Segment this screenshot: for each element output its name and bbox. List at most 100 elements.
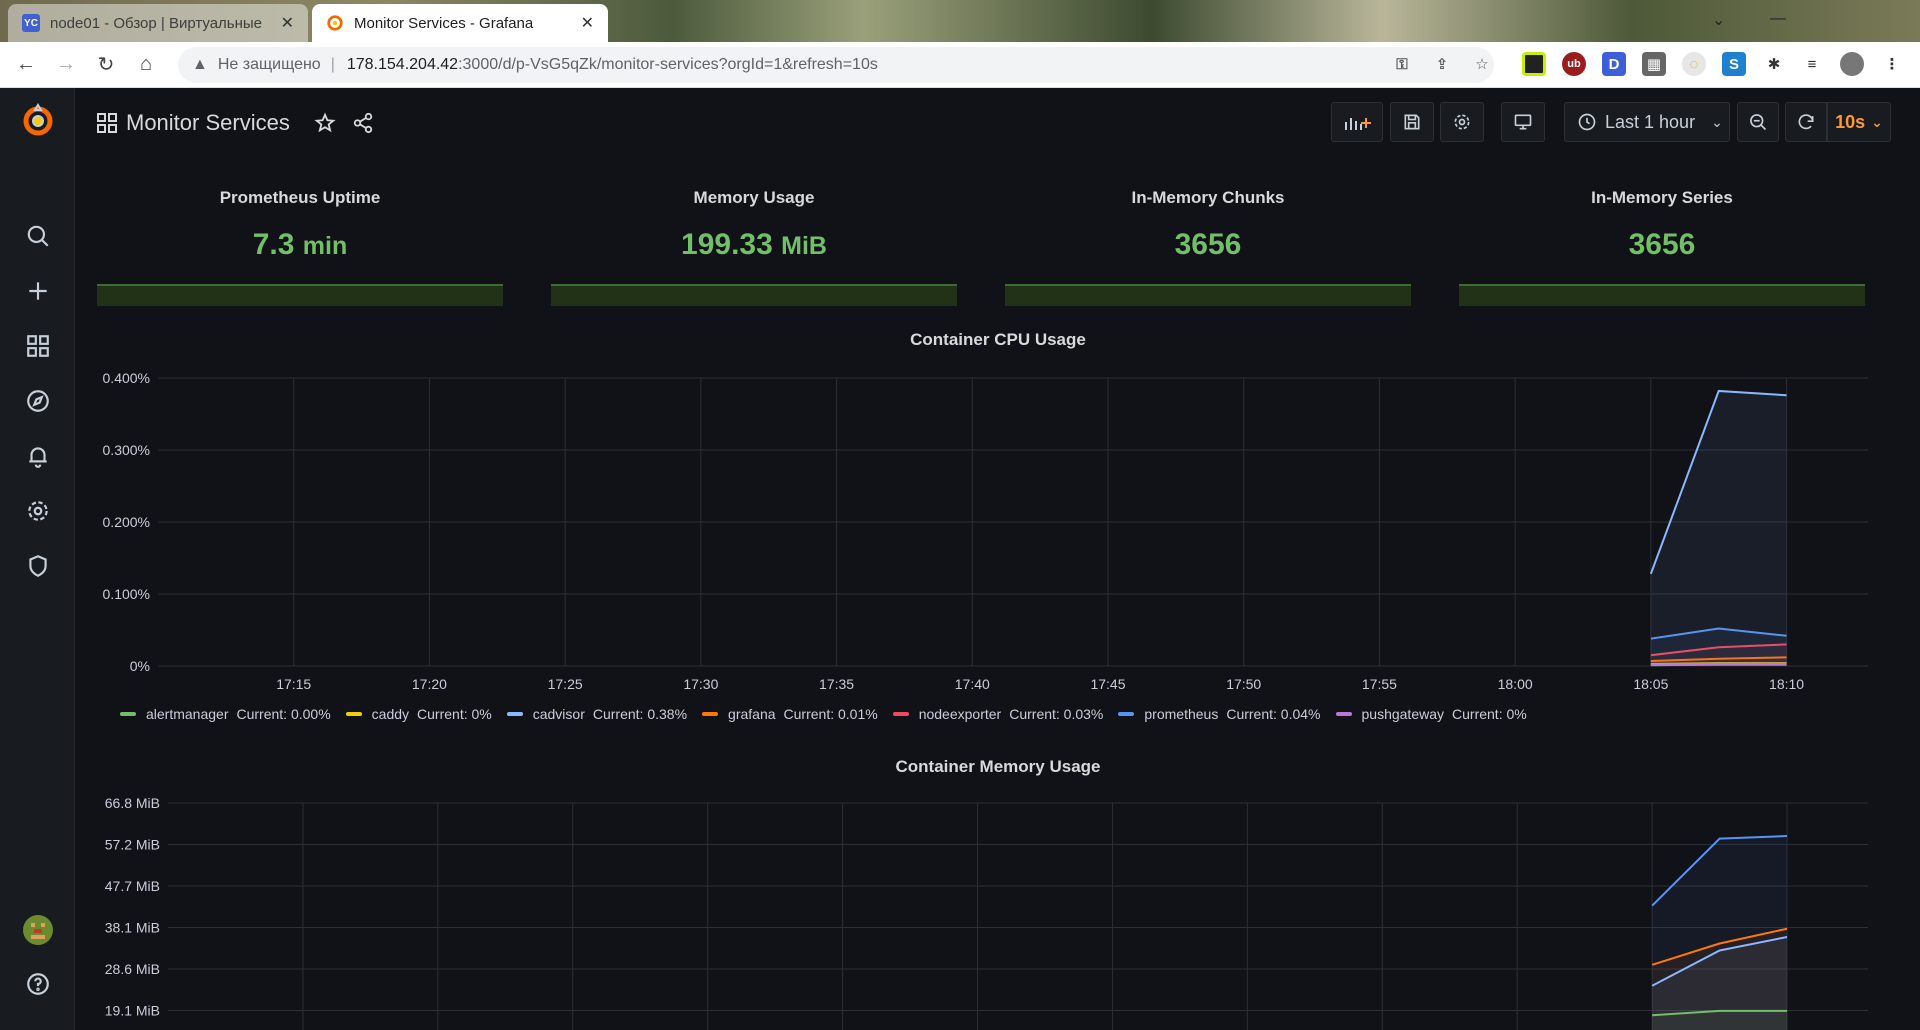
reading-list-icon[interactable]: ≡ <box>1800 52 1824 76</box>
browser-tabstrip: YC node01 - Обзор | Виртуальные ✕ Monito… <box>0 0 1920 42</box>
legend-swatch <box>892 712 909 716</box>
legend-item-pushgateway[interactable]: pushgateway Current: 0% <box>1335 706 1527 722</box>
y-tick-label: 0.300% <box>103 442 150 458</box>
refresh-interval-picker[interactable]: 10s ⌄ <box>1827 102 1891 142</box>
series-line-pushgateway <box>1650 662 1787 666</box>
grafana-sidebar <box>0 88 75 1030</box>
legend-item-nodeexporter[interactable]: nodeexporter Current: 0.03% <box>892 706 1103 722</box>
help-icon[interactable] <box>22 968 54 1000</box>
close-tab-icon[interactable]: ✕ <box>281 13 294 33</box>
legend-label: caddy <box>371 706 410 722</box>
sparkline <box>97 284 503 306</box>
star-icon[interactable] <box>312 110 338 136</box>
key-icon[interactable]: ⚿ <box>1390 52 1414 76</box>
refresh-button[interactable] <box>1785 102 1827 142</box>
stat-value: 7.3 min <box>252 228 348 261</box>
legend-current: Current: 0.38% <box>592 706 688 722</box>
clock-icon <box>1578 113 1596 131</box>
shield-icon[interactable] <box>22 550 54 582</box>
legend-item-cadvisor[interactable]: cadvisor Current: 0.38% <box>506 706 688 722</box>
y-tick-label: 0.200% <box>103 514 150 530</box>
stat-panel-memory-usage[interactable]: Memory Usage 199.33 MiB <box>551 168 957 308</box>
tab-search-chevron-icon[interactable]: ⌄ <box>1712 10 1725 30</box>
memory-usage-graph[interactable]: 66.8 MiB 57.2 MiB 47.7 MiB 38.1 MiB 28.6 MiB… <box>76 788 1896 1030</box>
browser-tab-node01[interactable]: YC node01 - Обзор | Виртуальные ✕ <box>8 4 308 42</box>
home-icon[interactable]: ⌂ <box>126 45 166 85</box>
legend-current: Current: 0.00% <box>236 706 331 722</box>
avatar[interactable] <box>22 914 54 946</box>
extensions-puzzle-icon[interactable]: ✱ <box>1762 52 1786 76</box>
stat-panel-in-memory-series[interactable]: In-Memory Series 3656 <box>1459 168 1865 308</box>
back-arrow-icon[interactable]: ← <box>6 45 46 85</box>
legend-item-alertmanager[interactable]: alertmanager Current: 0.00% <box>120 706 331 722</box>
y-tick-label: 19.1 MiB <box>105 1003 160 1019</box>
search-icon[interactable] <box>22 220 54 252</box>
extension-badge-icon[interactable]: ◌ <box>1682 52 1706 76</box>
legend-item-caddy[interactable]: caddy Current: 0% <box>345 706 492 722</box>
time-range-label: Last 1 hour <box>1605 111 1696 132</box>
configuration-gear-icon[interactable] <box>22 495 54 527</box>
browser-menu-icon[interactable]: ⋮ <box>1880 52 1904 76</box>
legend-current: Current: 0% <box>417 706 492 722</box>
stat-value: 3656 <box>1174 228 1242 261</box>
y-tick-label: 47.7 MiB <box>105 878 160 894</box>
panel-title: Memory Usage <box>693 188 815 207</box>
y-tick-label: 28.6 MiB <box>105 961 160 977</box>
legend-label: nodeexporter <box>918 706 1002 722</box>
stat-panel-in-memory-chunks[interactable]: In-Memory Chunks 3656 <box>1005 168 1411 308</box>
legend-label: prometheus <box>1144 706 1219 722</box>
panel-title: In-Memory Series <box>1591 188 1733 207</box>
y-tick-label: 0% <box>130 658 150 674</box>
browser-tab-grafana[interactable]: Monitor Services - Grafana ✕ <box>312 4 608 42</box>
explore-icon[interactable] <box>22 385 54 417</box>
share-icon[interactable] <box>350 110 376 136</box>
alerting-bell-icon[interactable] <box>22 440 54 472</box>
stat-panel-prometheus-uptime[interactable]: Prometheus Uptime 7.3 min <box>97 168 503 308</box>
reload-icon[interactable]: ↻ <box>86 45 126 85</box>
x-tick-label: 17:15 <box>276 676 311 692</box>
legend-item-grafana[interactable]: grafana Current: 0.01% <box>702 706 878 722</box>
cpu-usage-graph[interactable]: 0% 0.100% 0.200% 0.300% 0.400% 17:15 17:20 17:2… <box>76 360 1896 720</box>
save-dashboard-button[interactable] <box>1390 102 1434 142</box>
sparkline <box>1459 284 1865 306</box>
bookmark-star-icon[interactable]: ☆ <box>1470 52 1494 76</box>
legend-label: alertmanager <box>146 706 229 722</box>
chevron-down-icon: ⌄ <box>1871 113 1883 130</box>
legend-label: pushgateway <box>1361 706 1445 722</box>
legend-swatch <box>702 712 719 716</box>
legend-swatch <box>1335 712 1352 716</box>
grafana-favicon-icon <box>326 14 344 32</box>
yc-favicon-icon: YC <box>22 14 40 32</box>
extension-square-icon[interactable] <box>1522 52 1546 76</box>
series-area-cadvisor <box>1650 390 1787 666</box>
extension-grid-icon[interactable]: ▦ <box>1642 52 1666 76</box>
memory-panel-title[interactable]: Container Memory Usage <box>76 757 1920 777</box>
extension-s-icon[interactable]: S <box>1722 52 1746 76</box>
legend-current: Current: 0% <box>1452 706 1527 722</box>
extension-d-icon[interactable]: D <box>1602 52 1626 76</box>
grafana-logo-icon[interactable] <box>20 102 56 138</box>
cpu-panel-title[interactable]: Container CPU Usage <box>76 330 1920 350</box>
address-bar[interactable]: ▲ Не защищено | 178.154.204.42:3000/d/p-… <box>178 47 1494 83</box>
panel-title: Prometheus Uptime <box>219 188 381 207</box>
x-tick-label: 17:50 <box>1226 676 1261 692</box>
legend-item-prometheus[interactable]: prometheus Current: 0.04% <box>1118 706 1321 722</box>
dashboards-icon[interactable] <box>22 330 54 362</box>
profile-avatar-icon[interactable] <box>1840 52 1864 76</box>
time-range-picker[interactable]: Last 1 hour ⌄ <box>1564 102 1730 142</box>
close-tab-icon[interactable]: ✕ <box>581 13 594 33</box>
share-icon[interactable]: ⇪ <box>1430 52 1454 76</box>
dashboard-settings-button[interactable] <box>1440 102 1484 142</box>
minimize-icon[interactable]: — <box>1770 10 1786 28</box>
add-panel-button[interactable] <box>1331 102 1383 142</box>
ublock-icon[interactable]: ub <box>1562 52 1586 76</box>
y-tick-label: 57.2 MiB <box>105 837 160 853</box>
zoom-out-button[interactable] <box>1737 102 1779 142</box>
plus-icon[interactable] <box>22 275 54 307</box>
tab-title: Monitor Services - Grafana <box>354 14 534 32</box>
forward-arrow-icon[interactable]: → <box>46 45 86 85</box>
x-tick-label: 17:30 <box>683 676 718 692</box>
url-host: 178.154.204.42 <box>346 56 459 73</box>
tv-mode-button[interactable] <box>1501 102 1545 142</box>
dashboard-title[interactable]: Monitor Services <box>126 110 290 136</box>
